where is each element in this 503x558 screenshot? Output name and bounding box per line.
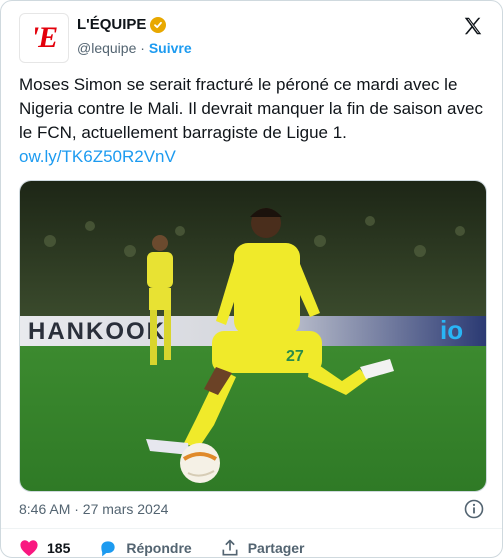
football <box>180 443 220 483</box>
share-icon <box>222 539 238 556</box>
share-label: Partager <box>247 540 305 556</box>
share-button[interactable]: Partager <box>220 538 305 557</box>
divider <box>1 528 502 529</box>
football-photo: HANKOOK io 27 <box>20 181 486 491</box>
info-icon[interactable] <box>464 499 484 519</box>
lequipe-logo: 'E <box>30 21 58 54</box>
tweet-photo[interactable]: HANKOOK io 27 <box>19 180 487 492</box>
tweet-body: Moses Simon se serait fracturé le péroné… <box>19 75 483 142</box>
reply-bubble-icon <box>101 541 116 557</box>
tweet-text: Moses Simon se serait fracturé le péroné… <box>19 73 489 169</box>
verified-badge-icon <box>150 16 167 33</box>
follow-button[interactable]: Suivre <box>149 40 192 56</box>
player-number: 27 <box>286 348 304 365</box>
display-name[interactable]: L'ÉQUIPE <box>77 16 167 33</box>
display-name-text: L'ÉQUIPE <box>77 16 147 33</box>
tweet-link[interactable]: ow.ly/TK6Z50R2VnV <box>19 147 176 166</box>
heart-icon <box>20 540 38 557</box>
like-button[interactable]: 185 <box>19 539 70 557</box>
timestamp[interactable]: 8:46 AM · 27 mars 2024 <box>19 501 168 517</box>
handle[interactable]: @lequipe <box>77 40 136 56</box>
reply-label: Répondre <box>126 540 192 556</box>
board-text-right: io <box>440 315 463 345</box>
avatar[interactable]: 'E <box>19 13 69 63</box>
like-count: 185 <box>47 540 71 556</box>
x-logo-icon[interactable] <box>462 15 484 37</box>
board-text-left: HANKOOK <box>28 318 166 345</box>
handle-row: @lequipe · Suivre <box>77 40 192 56</box>
reply-button[interactable]: Répondre <box>98 538 192 557</box>
separator: · <box>140 40 145 56</box>
tweet-card: 'E L'ÉQUIPE @lequipe · Suivre Moses Simo… <box>0 0 503 558</box>
action-bar: 185 Répondre Partager <box>19 538 333 557</box>
